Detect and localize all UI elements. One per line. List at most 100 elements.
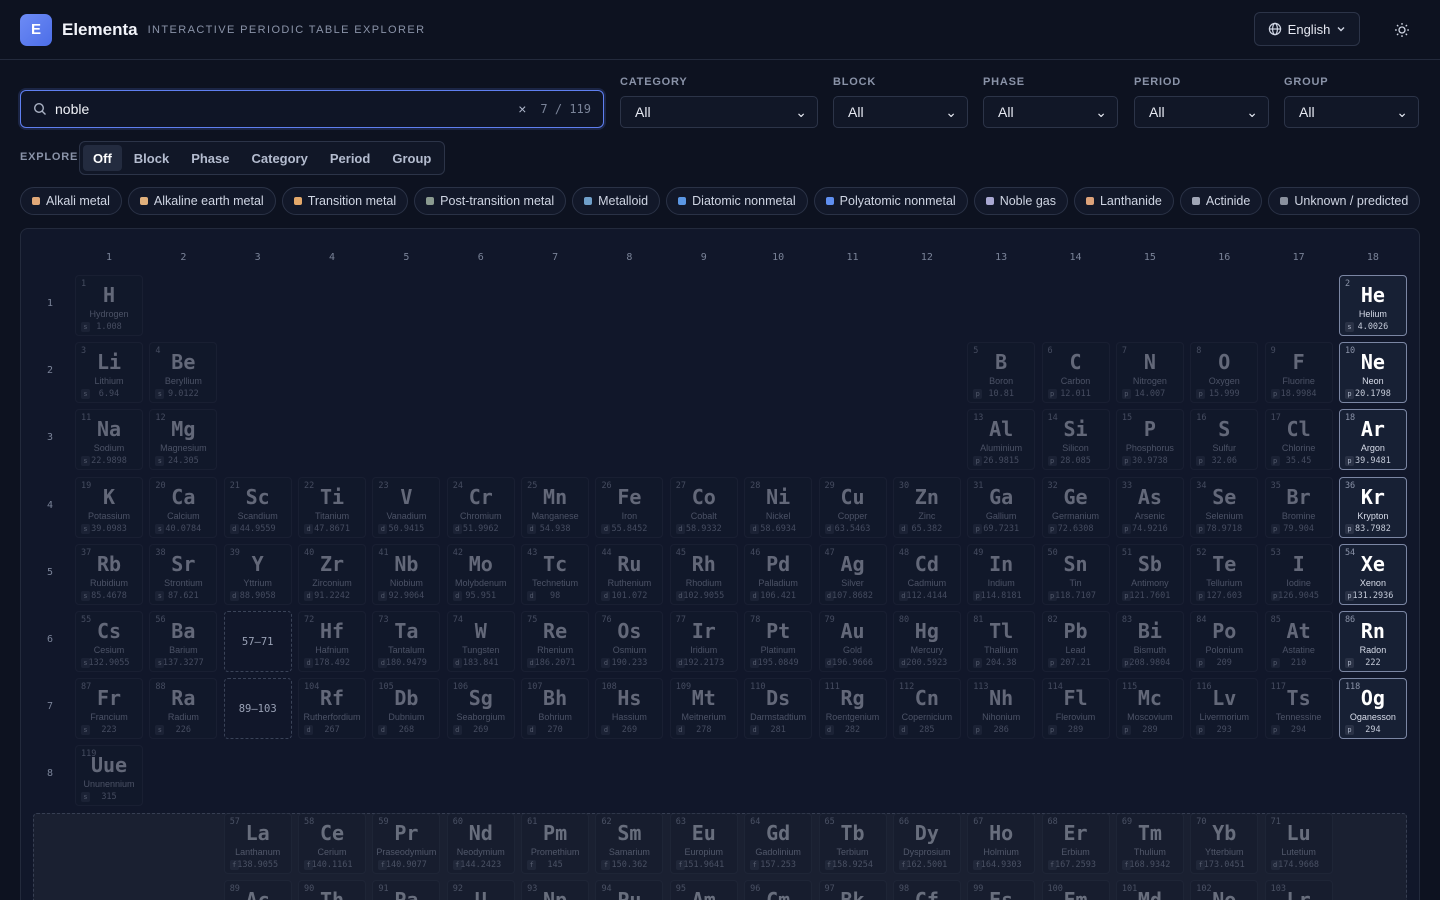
element-cell[interactable]: 36 Kr Krypton p 83.7982 bbox=[1338, 476, 1407, 538]
element-cell[interactable]: 106 Sg Seaborgium d 269 bbox=[446, 678, 515, 740]
element-cell[interactable]: 50 Sn Tin p 118.7107 bbox=[1041, 543, 1110, 605]
legend-chip[interactable]: Post-transition metal bbox=[414, 187, 567, 215]
element-cell[interactable]: 56 Ba Barium s 137.3277 bbox=[149, 611, 218, 672]
element-cell[interactable]: 8 O Oxygen p 15.999 bbox=[1190, 342, 1259, 404]
series-placeholder[interactable]: 57–71 bbox=[223, 611, 292, 672]
legend-chip[interactable]: Noble gas bbox=[973, 187, 1068, 215]
element-cell[interactable]: 97BkBerkeliumf247 bbox=[818, 880, 887, 900]
element-cell[interactable]: 107 Bh Bohrium d 270 bbox=[521, 678, 590, 740]
element-cell[interactable]: 11 Na Sodium s 22.9898 bbox=[75, 409, 143, 471]
element-cell[interactable]: 69 Tm Thulium f 168.9342 bbox=[1115, 813, 1184, 874]
explore-group-button[interactable]: Group bbox=[382, 145, 441, 171]
phase-select[interactable]: All ⌄ bbox=[983, 96, 1118, 128]
element-cell[interactable]: 19 K Potassium s 39.0983 bbox=[75, 476, 143, 538]
element-cell[interactable]: 9 F Fluorine p 18.9984 bbox=[1264, 342, 1333, 404]
element-cell[interactable]: 30 Zn Zinc d 65.382 bbox=[892, 476, 961, 538]
element-cell[interactable]: 79 Au Gold d 196.9666 bbox=[818, 611, 887, 672]
element-cell[interactable]: 57 La Lanthanum f 138.9055 bbox=[223, 813, 292, 874]
element-cell[interactable]: 12 Mg Magnesium s 24.305 bbox=[149, 409, 218, 471]
element-cell[interactable]: 25 Mn Manganese d 54.938 bbox=[521, 476, 590, 538]
legend-chip[interactable]: Alkali metal bbox=[20, 187, 122, 215]
element-cell[interactable]: 85 At Astatine p 210 bbox=[1264, 611, 1333, 672]
element-cell[interactable]: 108 Hs Hassium d 269 bbox=[595, 678, 664, 740]
element-cell[interactable]: 87 Fr Francium s 223 bbox=[75, 678, 143, 740]
element-cell[interactable]: 55 Cs Cesium s 132.9055 bbox=[75, 611, 143, 672]
element-cell[interactable]: 117 Ts Tennessine p 294 bbox=[1264, 678, 1333, 740]
series-placeholder[interactable]: 89–103 bbox=[223, 678, 292, 740]
language-button[interactable]: English bbox=[1254, 12, 1360, 46]
element-cell[interactable]: 96CmCuriumf247 bbox=[744, 880, 813, 900]
element-cell[interactable]: 15 P Phosphorus p 30.9738 bbox=[1115, 409, 1184, 471]
legend-chip[interactable]: Diatomic nonmetal bbox=[666, 187, 808, 215]
element-cell[interactable]: 94PuPlutoniumf244 bbox=[595, 880, 664, 900]
element-cell[interactable]: 101MdMendeleviumf258 bbox=[1115, 880, 1184, 900]
element-cell[interactable]: 83 Bi Bismuth p 208.9804 bbox=[1115, 611, 1184, 672]
element-cell[interactable]: 16 S Sulfur p 32.06 bbox=[1190, 409, 1259, 471]
element-cell[interactable]: 110 Ds Darmstadtium d 281 bbox=[744, 678, 813, 740]
element-cell[interactable]: 80 Hg Mercury d 200.5923 bbox=[892, 611, 961, 672]
element-cell[interactable]: 24 Cr Chromium d 51.9962 bbox=[446, 476, 515, 538]
explore-block-button[interactable]: Block bbox=[124, 145, 179, 171]
element-cell[interactable]: 51 Sb Antimony p 121.7601 bbox=[1115, 543, 1184, 605]
element-cell[interactable]: 10 Ne Neon p 20.1798 bbox=[1338, 342, 1407, 404]
element-cell[interactable]: 109 Mt Meitnerium d 278 bbox=[669, 678, 738, 740]
element-cell[interactable]: 40 Zr Zirconium d 91.2242 bbox=[298, 543, 367, 605]
element-cell[interactable]: 53 I Iodine p 126.9045 bbox=[1264, 543, 1333, 605]
element-cell[interactable]: 48 Cd Cadmium d 112.4144 bbox=[892, 543, 961, 605]
element-cell[interactable]: 34 Se Selenium p 78.9718 bbox=[1190, 476, 1259, 538]
element-cell[interactable]: 75 Re Rhenium d 186.2071 bbox=[521, 611, 590, 672]
element-cell[interactable]: 68 Er Erbium f 167.2593 bbox=[1041, 813, 1110, 874]
element-cell[interactable]: 32 Ge Germanium p 72.6308 bbox=[1041, 476, 1110, 538]
element-cell[interactable]: 31 Ga Gallium p 69.7231 bbox=[967, 476, 1036, 538]
element-cell[interactable]: 26 Fe Iron d 55.8452 bbox=[595, 476, 664, 538]
element-cell[interactable]: 65 Tb Terbium f 158.9254 bbox=[818, 813, 887, 874]
element-cell[interactable]: 49 In Indium p 114.8181 bbox=[967, 543, 1036, 605]
legend-chip[interactable]: Actinide bbox=[1179, 187, 1263, 215]
clear-search-button[interactable]: × bbox=[518, 101, 526, 117]
element-cell[interactable]: 17 Cl Chlorine p 35.45 bbox=[1264, 409, 1333, 471]
element-cell[interactable]: 39 Y Yttrium d 88.9058 bbox=[223, 543, 292, 605]
element-cell[interactable]: 70 Yb Ytterbium f 173.0451 bbox=[1190, 813, 1259, 874]
element-cell[interactable]: 59 Pr Praseodymium f 140.9077 bbox=[372, 813, 441, 874]
element-cell[interactable]: 4 Be Beryllium s 9.0122 bbox=[149, 342, 218, 404]
element-cell[interactable]: 58 Ce Cerium f 140.1161 bbox=[298, 813, 367, 874]
element-cell[interactable]: 73 Ta Tantalum d 180.9479 bbox=[372, 611, 441, 672]
element-cell[interactable]: 13 Al Aluminium p 26.9815 bbox=[967, 409, 1036, 471]
legend-chip[interactable]: Unknown / predicted bbox=[1268, 187, 1421, 215]
element-cell[interactable]: 112 Cn Copernicium d 285 bbox=[892, 678, 961, 740]
explore-period-button[interactable]: Period bbox=[320, 145, 380, 171]
element-cell[interactable]: 78 Pt Platinum d 195.0849 bbox=[744, 611, 813, 672]
element-cell[interactable]: 88 Ra Radium s 226 bbox=[149, 678, 218, 740]
explore-category-button[interactable]: Category bbox=[242, 145, 318, 171]
element-cell[interactable]: 82 Pb Lead p 207.21 bbox=[1041, 611, 1110, 672]
element-cell[interactable]: 52 Te Tellurium p 127.603 bbox=[1190, 543, 1259, 605]
element-cell[interactable]: 114 Fl Flerovium p 289 bbox=[1041, 678, 1110, 740]
element-cell[interactable]: 33 As Arsenic p 74.9216 bbox=[1115, 476, 1184, 538]
element-cell[interactable]: 71 Lu Lutetium d 174.9668 bbox=[1264, 813, 1333, 874]
element-cell[interactable]: 38 Sr Strontium s 87.621 bbox=[149, 543, 218, 605]
element-cell[interactable]: 74 W Tungsten d 183.841 bbox=[446, 611, 515, 672]
element-cell[interactable]: 91PaProtactiniumf231.0359 bbox=[372, 880, 441, 900]
element-cell[interactable]: 14 Si Silicon p 28.085 bbox=[1041, 409, 1110, 471]
element-cell[interactable]: 6 C Carbon p 12.011 bbox=[1041, 342, 1110, 404]
element-cell[interactable]: 46 Pd Palladium d 106.421 bbox=[744, 543, 813, 605]
theme-toggle-button[interactable] bbox=[1386, 14, 1418, 46]
element-cell[interactable]: 61 Pm Promethium f 145 bbox=[521, 813, 590, 874]
element-cell[interactable]: 45 Rh Rhodium d 102.9055 bbox=[669, 543, 738, 605]
element-cell[interactable]: 1 H Hydrogen s 1.008 bbox=[75, 275, 143, 336]
element-cell[interactable]: 116 Lv Livermorium p 293 bbox=[1190, 678, 1259, 740]
category-select[interactable]: All ⌄ bbox=[620, 96, 818, 128]
element-cell[interactable]: 113 Nh Nihonium p 286 bbox=[967, 678, 1036, 740]
element-cell[interactable]: 102NoNobeliumf259 bbox=[1190, 880, 1259, 900]
element-cell[interactable]: 42 Mo Molybdenum d 95.951 bbox=[446, 543, 515, 605]
period-select[interactable]: All ⌄ bbox=[1134, 96, 1269, 128]
block-select[interactable]: All ⌄ bbox=[833, 96, 968, 128]
element-cell[interactable]: 115 Mc Moscovium p 289 bbox=[1115, 678, 1184, 740]
element-cell[interactable]: 93NpNeptuniumf237 bbox=[521, 880, 590, 900]
legend-chip[interactable]: Metalloid bbox=[572, 187, 661, 215]
element-cell[interactable]: 64 Gd Gadolinium f 157.253 bbox=[744, 813, 813, 874]
element-cell[interactable]: 99EsEinsteiniumf252 bbox=[967, 880, 1036, 900]
element-cell[interactable]: 60 Nd Neodymium f 144.2423 bbox=[446, 813, 515, 874]
element-cell[interactable]: 118 Og Oganesson p 294 bbox=[1338, 678, 1407, 740]
element-cell[interactable]: 18 Ar Argon p 39.9481 bbox=[1338, 409, 1407, 471]
